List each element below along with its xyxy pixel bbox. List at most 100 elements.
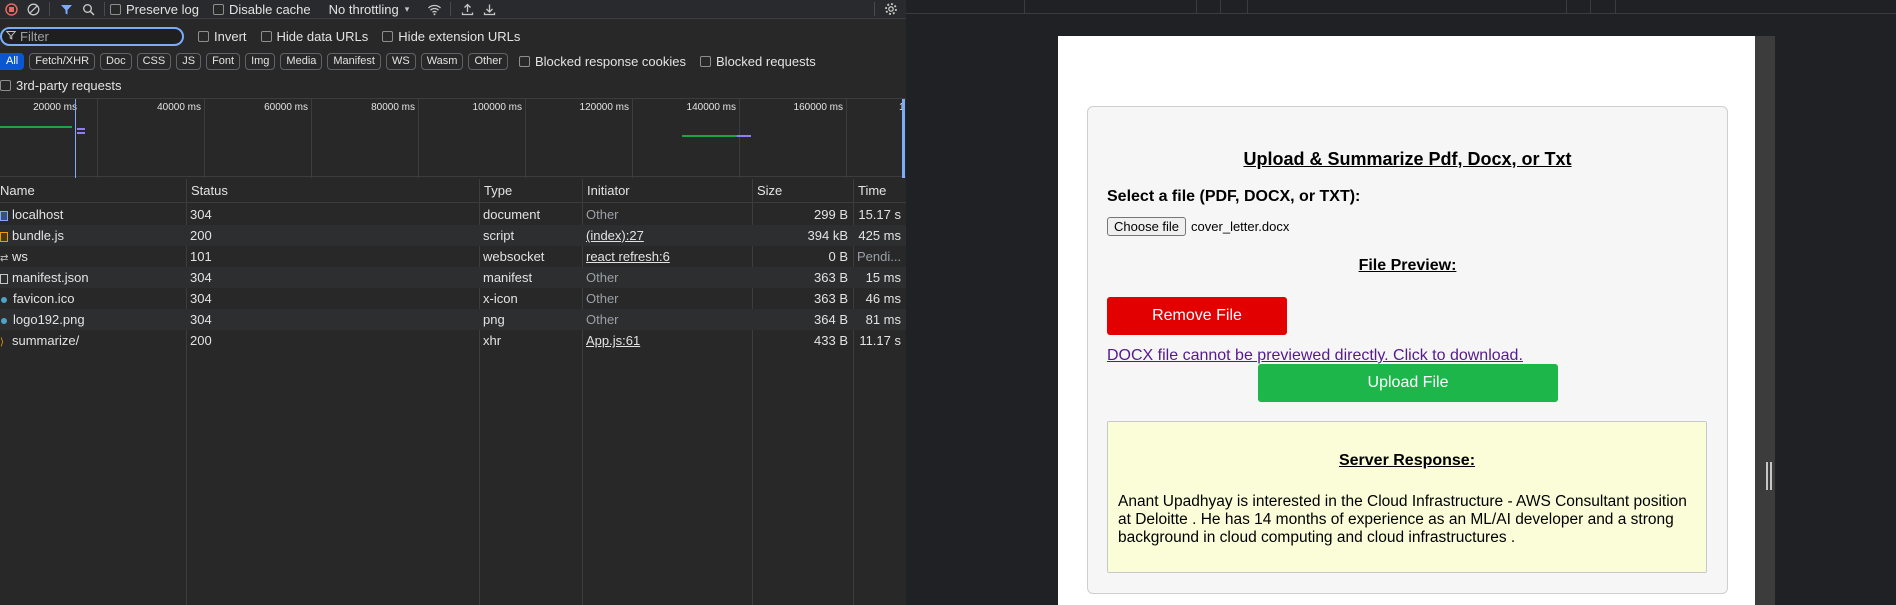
request-name: ws xyxy=(12,249,28,264)
filter-funnel-icon xyxy=(5,29,17,43)
checkbox-box[interactable] xyxy=(518,55,530,67)
hide-data-urls-checkbox[interactable]: Hide data URLs xyxy=(260,29,368,44)
table-row[interactable]: manifest.json 304 manifest Other 363 B 1… xyxy=(0,267,906,288)
request-name: bundle.js xyxy=(12,228,65,243)
hide-extension-urls-checkbox[interactable]: Hide extension URLs xyxy=(382,29,520,44)
checkbox-box[interactable] xyxy=(198,30,209,42)
server-response-heading: Server Response: xyxy=(1338,452,1476,469)
devtools-network-panel: Preserve log Disable cache No throttling… xyxy=(0,0,906,605)
export-har-icon[interactable] xyxy=(478,0,500,18)
type-chip-font[interactable]: Font xyxy=(206,52,241,70)
initiator-link[interactable]: App.js:61 xyxy=(582,330,752,351)
status-cell: 304 xyxy=(190,291,212,306)
preserve-log-checkbox[interactable]: Preserve log xyxy=(110,2,199,17)
resource-type-filter-row: All Fetch/XHR Doc CSS JS Font Img Media … xyxy=(0,50,906,72)
checkbox-box[interactable] xyxy=(212,3,224,15)
table-row[interactable]: localhost 304 document Other 299 B 15.17… xyxy=(0,204,906,225)
type-chip-doc[interactable]: Doc xyxy=(100,52,132,70)
upload-card: Upload & Summarize Pdf, Docx, or Txt Sel… xyxy=(1087,106,1728,594)
table-row[interactable]: ⇄ ws 101 websocket react refresh:6 0 B Pe… xyxy=(0,246,906,267)
column-header-name[interactable]: Name xyxy=(0,179,186,203)
gear-icon[interactable] xyxy=(880,0,902,18)
record-stop-icon[interactable] xyxy=(0,0,22,18)
request-table: Name Status Type Initiator Size Time loc… xyxy=(0,179,906,605)
column-header-time[interactable]: Time xyxy=(853,179,906,203)
overview-tick-label: 40000 ms xyxy=(157,102,201,113)
column-header-initiator[interactable]: Initiator xyxy=(582,179,752,203)
overview-tick: 20000 ms xyxy=(0,99,80,178)
type-cell: png xyxy=(483,312,505,327)
type-chip-css[interactable]: CSS xyxy=(136,52,172,70)
checkbox-box[interactable] xyxy=(0,79,11,91)
type-chip-manifest[interactable]: Manifest xyxy=(327,52,381,70)
blocked-response-cookies-checkbox[interactable]: Blocked response cookies xyxy=(518,54,686,69)
type-chip-other[interactable]: Other xyxy=(468,52,508,70)
type-chip-all[interactable]: All xyxy=(0,52,25,70)
table-row[interactable]: ⟩ summarize/ 200 xhr App.js:61 433 B 11.1… xyxy=(0,330,906,351)
overview-tick-label: 100000 ms xyxy=(472,102,522,113)
table-row[interactable]: favicon.ico 304 x-icon Other 363 B 46 ms xyxy=(0,288,906,309)
network-conditions-icon[interactable] xyxy=(423,0,445,18)
row-name-cell: localhost xyxy=(0,204,186,225)
checkbox-box[interactable] xyxy=(260,30,272,42)
status-cell: 304 xyxy=(190,312,212,327)
third-party-requests-checkbox[interactable]: 3rd-party requests xyxy=(0,78,122,93)
upload-file-button[interactable]: Upload File xyxy=(1258,364,1558,402)
remove-file-button[interactable]: Remove File xyxy=(1107,297,1287,335)
overview-request-bar xyxy=(77,128,85,130)
status-cell: 304 xyxy=(190,207,212,222)
type-cell: manifest xyxy=(483,270,533,285)
type-cell: xhr xyxy=(483,333,502,348)
type-chip-fetch-xhr[interactable]: Fetch/XHR xyxy=(29,52,96,70)
filter-row: Invert Hide data URLs Hide extension URL… xyxy=(0,24,906,48)
type-chip-ws[interactable]: WS xyxy=(385,52,416,70)
third-party-row: 3rd-party requests xyxy=(0,76,906,94)
file-input[interactable]: Choose file cover_letter.docx xyxy=(1107,217,1289,236)
network-overview-timeline[interactable]: 20000 ms 40000 ms 60000 ms 80000 ms 1000… xyxy=(0,98,906,178)
type-chip-wasm[interactable]: Wasm xyxy=(420,52,464,70)
checkbox-box[interactable] xyxy=(382,30,394,42)
type-chip-js[interactable]: JS xyxy=(176,52,202,70)
table-header: Name Status Type Initiator Size Time xyxy=(0,179,906,203)
clear-icon[interactable] xyxy=(22,0,44,18)
checkbox-box[interactable] xyxy=(700,55,712,67)
initiator-link[interactable]: react refresh:6 xyxy=(582,246,752,267)
filter-input[interactable] xyxy=(20,28,170,44)
type-chip-img[interactable]: Img xyxy=(245,52,276,70)
column-header-size[interactable]: Size xyxy=(752,179,853,203)
throttling-select[interactable]: No throttling ▾ xyxy=(329,2,410,17)
overview-request-bar xyxy=(737,135,751,137)
type-chip-media[interactable]: Media xyxy=(280,52,323,70)
web-page: Upload & Summarize Pdf, Docx, or Txt Sel… xyxy=(1058,36,1755,605)
size-cell: 363 B xyxy=(814,291,848,306)
status-cell: 200 xyxy=(190,228,212,243)
invert-checkbox[interactable]: Invert xyxy=(198,29,247,44)
size-cell: 0 B xyxy=(828,249,848,264)
table-row[interactable]: logo192.png 304 png Other 364 B 81 ms xyxy=(0,309,906,330)
import-har-icon[interactable] xyxy=(456,0,478,18)
overview-tick-label: 60000 ms xyxy=(264,102,308,113)
initiator-link[interactable]: (index):27 xyxy=(582,225,752,246)
column-header-type[interactable]: Type xyxy=(479,179,582,203)
overview-request-bar xyxy=(0,126,72,128)
disable-cache-checkbox[interactable]: Disable cache xyxy=(212,2,311,17)
blocked-requests-checkbox[interactable]: Blocked requests xyxy=(700,54,816,69)
time-cell: 15 ms xyxy=(865,270,901,285)
preserve-log-label: Preserve log xyxy=(126,1,199,17)
filter-funnel-icon[interactable] xyxy=(55,0,77,18)
search-icon[interactable] xyxy=(77,0,99,18)
choose-file-button[interactable]: Choose file xyxy=(1107,217,1187,236)
table-row[interactable]: bundle.js 200 script (index):27 394 kB 4… xyxy=(0,225,906,246)
blocked-requests-label: Blocked requests xyxy=(716,53,816,69)
checkbox-box[interactable] xyxy=(110,3,121,15)
download-file-link[interactable]: DOCX file cannot be previewed directly. … xyxy=(1107,347,1523,365)
overview-window-handle[interactable] xyxy=(902,99,905,178)
filter-input-wrapper[interactable] xyxy=(0,26,184,46)
viewport-resize-handle[interactable] xyxy=(1765,462,1773,490)
type-cell: websocket xyxy=(483,249,545,264)
request-name: localhost xyxy=(12,207,64,222)
column-header-status[interactable]: Status xyxy=(186,179,479,203)
file-preview-heading: File Preview: xyxy=(1358,257,1457,274)
initiator-cell: Other xyxy=(586,270,619,285)
size-cell: 364 B xyxy=(814,312,848,327)
